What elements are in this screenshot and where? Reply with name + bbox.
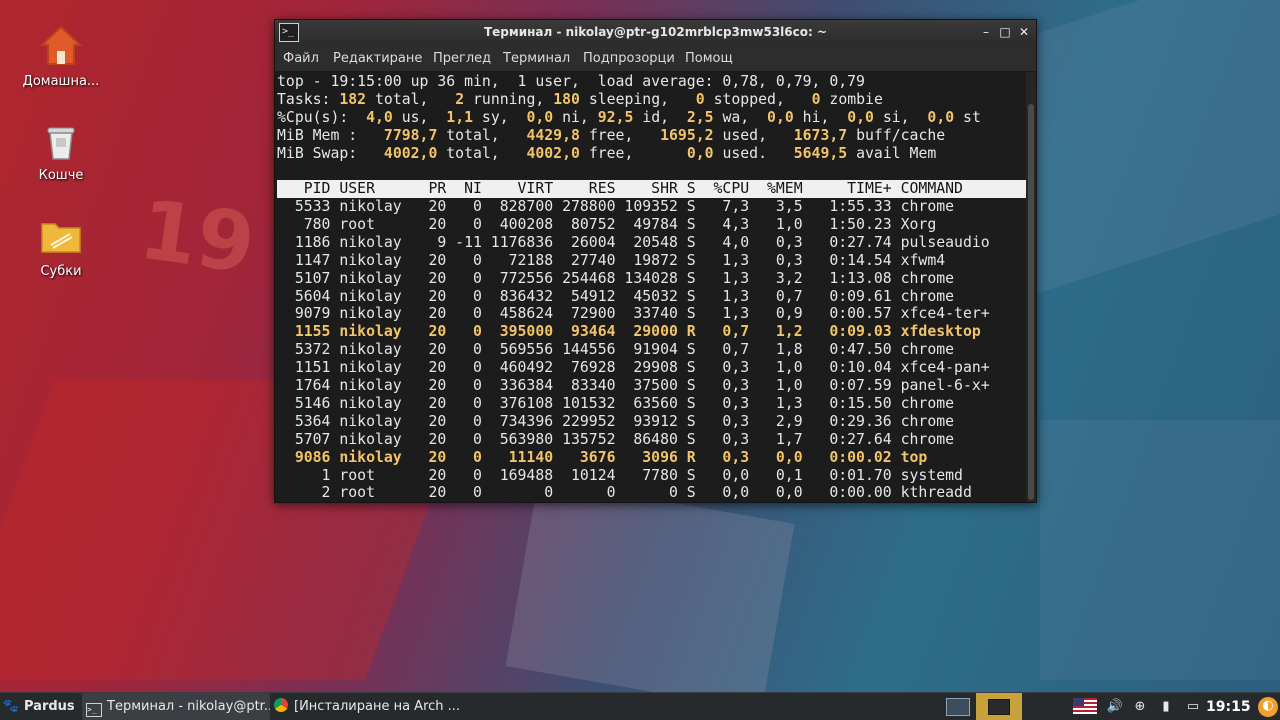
minimize-button[interactable]: –	[978, 24, 994, 40]
tasks-running: 2	[455, 91, 465, 108]
wallpaper-graphic: 19	[133, 182, 261, 293]
wallpaper-shape	[1000, 0, 1280, 306]
scrollbar-thumb[interactable]	[1028, 104, 1034, 500]
process-row: 1151 nikolay 20 0 460492 76928 29908 S 0…	[277, 359, 990, 377]
tasks-line: Tasks: 182 total, 2 running, 180 sleepin…	[277, 91, 883, 108]
taskbar-task-terminal[interactable]: >_ Терминал - nikolay@ptr...	[82, 693, 270, 720]
folder-icon	[37, 212, 85, 260]
mem-free: 4429,8	[526, 127, 580, 144]
maximize-button[interactable]: □	[997, 24, 1013, 40]
tasks-zombie: 0	[811, 91, 821, 108]
cpu-sy: 1,1	[446, 109, 474, 126]
desktop-icon-label: Домашна...	[22, 74, 100, 89]
process-row: 5107 nikolay 20 0 772556 254468 134028 S…	[277, 269, 955, 287]
wallpaper-shape	[505, 478, 795, 712]
task-label: Терминал - nikolay@ptr...	[107, 699, 270, 714]
terminal-window[interactable]: >_ Терминал - nikolay@ptr-g102mrblcp3mw5…	[274, 19, 1037, 503]
menu-bar: Файл Редактиране Преглед Терминал Подпро…	[275, 46, 1036, 72]
keyboard-layout-flag-icon[interactable]	[1072, 698, 1098, 716]
home-folder-icon	[37, 22, 85, 70]
process-row: 9086 nikolay 20 0 11140 3676 3096 R 0,3 …	[277, 448, 928, 466]
cpu-us: 4,0	[366, 109, 393, 126]
mem-total: 7798,7	[383, 127, 438, 144]
pardus-logo-icon: 🐾	[2, 699, 20, 714]
process-row: 1155 nikolay 20 0 395000 93464 29000 R 0…	[277, 323, 981, 341]
cpu-id: 92,5	[597, 109, 634, 126]
window-title: Терминал - nikolay@ptr-g102mrblcp3mw53l6…	[483, 25, 828, 39]
menu-edit[interactable]: Редактиране	[333, 51, 422, 66]
swap-avail: 5649,5	[793, 145, 848, 162]
trash-icon	[37, 116, 85, 164]
process-row: 5604 nikolay 20 0 836432 54912 45032 S 1…	[277, 287, 955, 305]
cpu-wa: 2,5	[686, 109, 714, 126]
process-row: 5533 nikolay 20 0 828700 278800 109352 S…	[277, 198, 955, 215]
desktop-icon-label: Субки	[40, 264, 82, 279]
process-row: 5364 nikolay 20 0 734396 229952 93912 S …	[277, 412, 955, 430]
mem-line: MiB Mem : 7798,7 total, 4429,8 free, 169…	[277, 127, 946, 144]
close-button[interactable]: ✕	[1016, 24, 1032, 40]
network-icon[interactable]: ⊕	[1131, 698, 1149, 716]
process-row: 9079 nikolay 20 0 458624 72900 33740 S 1…	[277, 305, 990, 323]
mem-used: 1695,2	[660, 127, 714, 144]
process-row: 1147 nikolay 20 0 72188 27740 19872 S 1,…	[277, 251, 946, 269]
workspace-1[interactable]	[946, 693, 976, 720]
display-icon[interactable]: ▭	[1184, 698, 1202, 716]
menu-tabs[interactable]: Подпрозорци	[583, 51, 675, 66]
process-row: 1186 nikolay 9 -11 1176836 26004 20548 S…	[277, 233, 990, 251]
menu-view[interactable]: Преглед	[433, 51, 491, 66]
volume-icon[interactable]: 🔊	[1106, 698, 1124, 716]
chrome-icon	[274, 698, 288, 712]
process-row: 780 root 20 0 400208 80752 49784 S 4,3 1…	[277, 215, 937, 233]
swap-used: 0,0	[686, 145, 714, 162]
process-row: 1 root 20 0 169488 10124 7780 S 0,0 0,1 …	[277, 466, 963, 484]
terminal-icon	[988, 699, 1010, 715]
cpu-ni: 0,0	[526, 109, 554, 126]
mem-buff-cache: 1673,7	[793, 127, 848, 144]
process-row: 2 root 20 0 0 0 0 S 0,0 0,0 0:00.00 kthr…	[277, 484, 972, 502]
swap-total: 4002,0	[383, 145, 438, 162]
scrollbar[interactable]	[1026, 72, 1036, 502]
window-titlebar[interactable]: >_ Терминал - nikolay@ptr-g102mrblcp3mw5…	[275, 20, 1036, 46]
taskbar: 🐾 Pardus >_ Терминал - nikolay@ptr... [Инс…	[0, 692, 1280, 720]
terminal-icon: >_	[86, 703, 102, 717]
user-menu-icon[interactable]: ◐	[1258, 697, 1278, 717]
start-menu-button[interactable]: 🐾 Pardus	[2, 693, 78, 720]
tasks-sleeping: 180	[553, 91, 580, 108]
battery-icon[interactable]: ▮	[1157, 698, 1175, 716]
menu-file[interactable]: Файл	[283, 51, 319, 66]
clock[interactable]: 19:15	[1206, 693, 1251, 720]
cpu-hi: 0,0	[767, 109, 794, 126]
swap-line: MiB Swap: 4002,0 total, 4002,0 free, 0,0…	[277, 145, 937, 162]
top-summary-line: top - 19:15:00 up 36 min, 1 user, load a…	[277, 73, 865, 90]
process-row: 5707 nikolay 20 0 563980 135752 86480 S …	[277, 430, 955, 448]
process-row: 5146 nikolay 20 0 376108 101532 63560 S …	[277, 394, 955, 412]
cpu-line: %Cpu(s): 4,0 us, 1,1 sy, 0,0 ni, 92,5 id…	[277, 109, 981, 126]
desktop-icon-label: Кошче	[38, 168, 84, 183]
menu-terminal[interactable]: Терминал	[503, 51, 570, 66]
menu-help[interactable]: Помощ	[685, 51, 733, 66]
tasks-total: 182	[339, 91, 367, 108]
process-table-header: PID USER PR NI VIRT RES SHR S %CPU %MEM …	[277, 180, 1026, 198]
terminal-output[interactable]: top - 19:15:00 up 36 min, 1 user, load a…	[275, 72, 1026, 502]
cpu-si: 0,0	[847, 109, 874, 126]
start-label: Pardus	[24, 699, 75, 714]
workspace-2[interactable]	[976, 693, 1022, 720]
tasks-stopped: 0	[695, 91, 705, 108]
taskbar-task-chrome[interactable]: [Инсталиране на Arch ...	[272, 693, 460, 720]
task-label: [Инсталиране на Arch ...	[294, 699, 460, 714]
process-row: 5372 nikolay 20 0 569556 144556 91904 S …	[277, 341, 955, 359]
cpu-st: 0,0	[927, 109, 955, 126]
wallpaper-shape	[1040, 420, 1280, 680]
desktop-icon-home[interactable]: Домашна...	[6, 22, 116, 89]
desktop-icon-trash[interactable]: Кошче	[6, 116, 116, 183]
process-row: 1764 nikolay 20 0 336384 83340 37500 S 0…	[277, 377, 990, 394]
desktop-icon-subki[interactable]: Субки	[6, 212, 116, 279]
swap-free: 4002,0	[526, 145, 580, 162]
